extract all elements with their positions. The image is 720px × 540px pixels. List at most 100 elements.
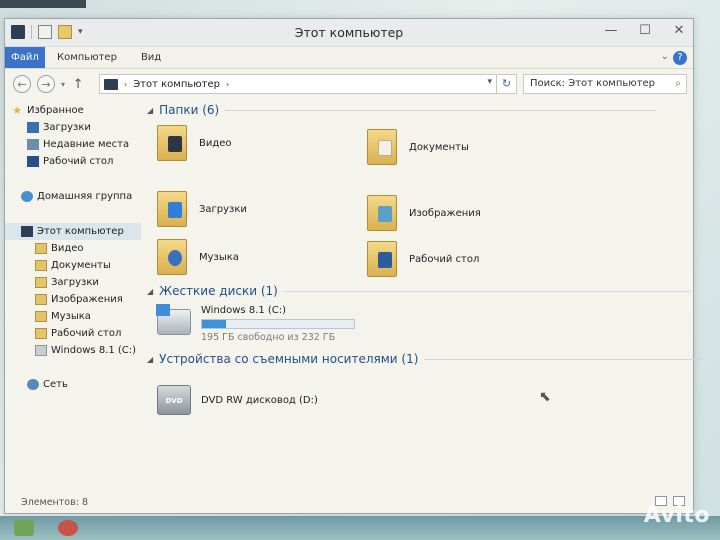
divider — [283, 290, 690, 292]
folder-icon — [35, 260, 47, 271]
sidebar-item-label: Видео — [51, 243, 84, 254]
sidebar-item-label: Музыка — [51, 311, 91, 322]
sidebar-item-recent[interactable]: Недавние места — [5, 136, 141, 153]
collapse-triangle-icon[interactable]: ◢ — [147, 106, 153, 115]
ribbon-tabs: Файл Компьютер Вид ⌄ ? — [5, 47, 693, 69]
sidebar-item-label: Документы — [51, 260, 111, 271]
sidebar-item-downloads-folder[interactable]: Загрузки — [5, 274, 141, 291]
downloads-folder-icon — [157, 191, 187, 227]
folder-icon — [35, 243, 47, 254]
mouse-cursor-icon: ⬉ — [539, 389, 551, 405]
dvd-drive-icon: DVD — [157, 385, 191, 415]
title-bar: ▾ Этот компьютер — ☐ ✕ — [5, 19, 693, 47]
navigation-pane: ★ Избранное Загрузки Недавние места Рабо… — [5, 99, 141, 489]
group-title: Жесткие диски (1) — [159, 284, 278, 298]
folder-tile-documents[interactable]: Документы — [367, 129, 469, 165]
breadcrumb-chevron-icon[interactable]: › — [226, 80, 229, 89]
video-folder-icon — [157, 125, 187, 161]
forward-button[interactable]: → — [37, 75, 55, 93]
pictures-folder-icon — [367, 195, 397, 231]
folder-label: Рабочий стол — [409, 253, 480, 265]
maximize-button[interactable]: ☐ — [637, 23, 653, 38]
search-icon[interactable]: ⌕ — [675, 78, 681, 89]
sidebar-item-this-pc[interactable]: Этот компьютер — [5, 223, 141, 240]
chevron-down-icon[interactable]: ⌄ — [661, 51, 669, 62]
folder-label: Документы — [409, 141, 469, 153]
refresh-button[interactable]: ↻ — [497, 74, 517, 94]
address-dropdown-icon[interactable]: ▾ — [487, 77, 492, 87]
dvd-drive-tile[interactable]: DVD DVD RW дисковод (D:) — [157, 385, 318, 415]
drive-icon — [35, 345, 47, 356]
sidebar-item-pictures[interactable]: Изображения — [5, 291, 141, 308]
drive-free-space: 195 ГБ свободно из 232 ГБ — [201, 332, 336, 343]
taskbar-app-icon[interactable] — [14, 520, 34, 536]
divider — [424, 358, 705, 360]
search-input[interactable]: Поиск: Этот компьютер ⌕ — [523, 74, 687, 94]
sidebar-item-label: Рабочий стол — [51, 328, 122, 339]
minimize-button[interactable]: — — [603, 23, 619, 38]
collapse-triangle-icon[interactable]: ◢ — [147, 355, 153, 364]
folder-tile-videos[interactable]: Видео — [157, 125, 232, 161]
breadcrumb-chevron-icon[interactable]: › — [124, 80, 127, 89]
group-title: Устройства со съемными носителями (1) — [159, 352, 419, 366]
folder-icon — [35, 294, 47, 305]
folder-icon — [35, 311, 47, 322]
sidebar-item-desktop[interactable]: Рабочий стол — [5, 153, 141, 170]
sidebar-item-network[interactable]: Сеть — [5, 376, 141, 393]
search-placeholder: Поиск: Этот компьютер — [530, 78, 656, 89]
folder-label: Музыка — [199, 251, 239, 263]
close-button[interactable]: ✕ — [671, 23, 687, 38]
sidebar-item-label: Избранное — [27, 105, 84, 116]
group-title: Папки (6) — [159, 103, 220, 117]
help-icon[interactable]: ? — [673, 51, 687, 65]
sidebar-item-homegroup[interactable]: Домашняя группа — [5, 188, 141, 205]
sidebar-item-label: Загрузки — [43, 122, 91, 133]
sidebar-item-videos[interactable]: Видео — [5, 240, 141, 257]
back-button[interactable]: ← — [13, 75, 31, 93]
tab-file[interactable]: Файл — [5, 47, 45, 68]
sidebar-item-favorites[interactable]: ★ Избранное — [5, 102, 141, 119]
folder-tile-music[interactable]: Музыка — [157, 239, 239, 275]
folder-icon — [35, 328, 47, 339]
folder-label: Изображения — [409, 207, 481, 219]
sidebar-item-desktop-folder[interactable]: Рабочий стол — [5, 325, 141, 342]
sidebar-item-label: Изображения — [51, 294, 123, 305]
group-header-hard-drives[interactable]: ◢ Жесткие диски (1) — [147, 284, 690, 298]
group-header-removable[interactable]: ◢ Устройства со съемными носителями (1) — [147, 352, 705, 366]
folder-label: Загрузки — [199, 203, 247, 215]
sidebar-item-label: Недавние места — [43, 139, 130, 150]
taskbar-browser-icon[interactable] — [58, 520, 78, 536]
folder-tile-downloads[interactable]: Загрузки — [157, 191, 247, 227]
up-button[interactable]: ↑ — [71, 77, 85, 92]
address-bar[interactable]: › Этот компьютер › ▾ — [99, 74, 497, 94]
desktop-folder-icon — [367, 241, 397, 277]
avito-watermark: Avito — [643, 503, 710, 528]
collapse-triangle-icon[interactable]: ◢ — [147, 287, 153, 296]
sidebar-item-label: Домашняя группа — [37, 191, 133, 202]
sidebar-item-downloads[interactable]: Загрузки — [5, 119, 141, 136]
tab-view[interactable]: Вид — [129, 47, 173, 68]
drive-tile-c[interactable]: Windows 8.1 (C:) 195 ГБ свободно из 232 … — [156, 304, 355, 343]
recent-locations-icon[interactable]: ▾ — [61, 80, 65, 89]
content-pane: ◢ Папки (6) Видео Документы Загрузки Изо… — [143, 99, 705, 489]
star-icon: ★ — [12, 104, 22, 117]
sidebar-item-label: Сеть — [43, 379, 68, 390]
downloads-icon — [27, 122, 39, 133]
sidebar-item-label: Рабочий стол — [43, 156, 114, 167]
sidebar-item-music[interactable]: Музыка — [5, 308, 141, 325]
folder-label: Видео — [199, 137, 232, 149]
tab-computer[interactable]: Компьютер — [45, 47, 129, 68]
folder-tile-pictures[interactable]: Изображения — [367, 195, 481, 231]
status-bar: Элементов: 8 — [5, 491, 693, 513]
navigation-bar: ← → ▾ ↑ › Этот компьютер › ▾ ↻ Поиск: Эт… — [5, 69, 693, 99]
sidebar-item-documents[interactable]: Документы — [5, 257, 141, 274]
sidebar-item-drive-c[interactable]: Windows 8.1 (C:) — [5, 342, 141, 359]
breadcrumb-this-pc[interactable]: Этот компьютер — [133, 79, 220, 90]
group-header-folders[interactable]: ◢ Папки (6) — [147, 103, 658, 117]
folder-tile-desktop[interactable]: Рабочий стол — [367, 241, 479, 277]
dvd-drive-label: DVD RW дисковод (D:) — [201, 394, 318, 406]
documents-folder-icon — [367, 129, 397, 165]
items-count: Элементов: 8 — [21, 496, 88, 508]
divider — [225, 109, 658, 111]
sidebar-item-label: Этот компьютер — [37, 226, 124, 237]
